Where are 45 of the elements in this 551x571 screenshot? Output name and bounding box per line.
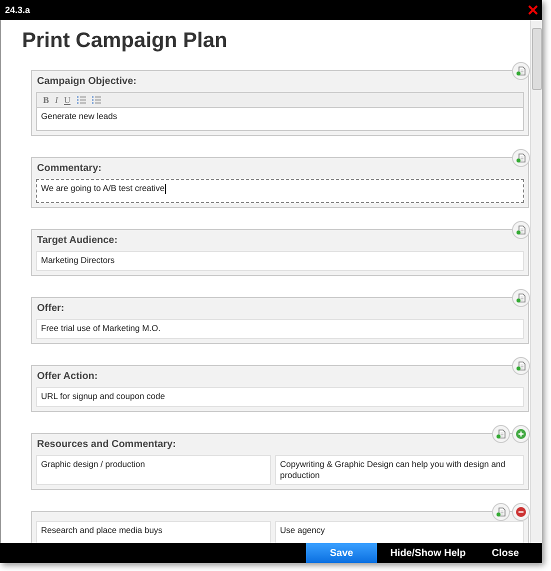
copy-document-icon[interactable] [496,429,506,439]
window-title: 24.3.a [5,5,30,15]
input-field[interactable]: Copywriting & Graphic Design can help you with design and production [275,455,524,485]
copy-button[interactable] [512,289,530,307]
format-button[interactable]: B [43,95,50,105]
input-field[interactable]: URL for signup and coupon code [36,387,524,407]
footer-button[interactable]: Close [478,543,532,563]
section-label: Commentary: [36,162,102,176]
input-field[interactable]: We are going to A/B test creative [36,179,524,203]
copy-document-icon[interactable] [516,153,526,163]
input-field[interactable]: Use agency [275,521,524,543]
add-button[interactable] [512,425,530,443]
input-field[interactable]: Marketing Directors [36,251,524,271]
format-button[interactable]: U [64,95,71,105]
close-icon[interactable] [528,5,538,15]
copy-button[interactable] [492,503,510,521]
footer-button[interactable]: Hide/Show Help [377,543,479,563]
copy-button[interactable] [512,149,530,167]
section-label: Offer Action: [36,370,99,384]
section-label: Resources and Commentary: [36,438,177,452]
section-label: Target Audience: [36,234,119,248]
copy-document-icon[interactable] [516,293,526,303]
copy-document-icon[interactable] [516,66,526,76]
copy-button[interactable] [512,62,530,80]
add-icon[interactable] [516,429,526,439]
remove-icon[interactable] [516,507,526,517]
bullet-list-icon[interactable] [92,96,101,104]
copy-document-icon[interactable] [496,507,506,517]
copy-document-icon[interactable] [516,225,526,235]
rich-text-editor[interactable]: B I U Generate new leads [36,92,524,131]
section-label: Campaign Objective: [36,75,138,89]
input-field[interactable]: Free trial use of Marketing M.O. [36,319,524,339]
copy-document-icon[interactable] [516,361,526,371]
copy-button[interactable] [512,221,530,239]
section-label: Offer: [36,302,66,316]
remove-button[interactable] [512,503,530,521]
format-button[interactable]: I [55,95,58,105]
scrollbar[interactable] [530,20,542,543]
copy-button[interactable] [492,425,510,443]
numbered-list-icon[interactable] [76,96,86,104]
page-title: Print Campaign Plan [22,29,228,53]
save-button[interactable]: Save [306,543,378,563]
input-field[interactable]: Research and place media buys [36,521,271,543]
copy-button[interactable] [512,357,530,375]
input-field[interactable]: Graphic design / production [36,455,271,485]
